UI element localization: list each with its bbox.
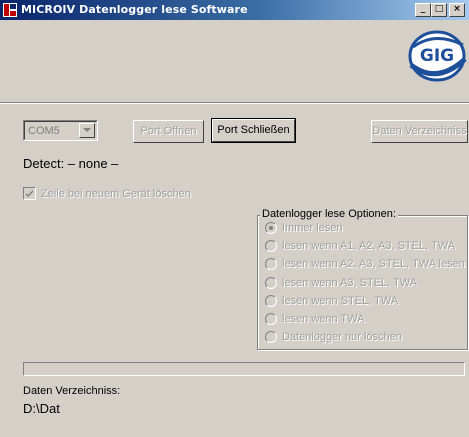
maximize-button[interactable]: □ — [431, 3, 447, 17]
window-title: MICROIV Datenlogger lese Software — [21, 3, 248, 16]
read-options-title: Datenlogger lese Optionen: — [260, 208, 398, 220]
chevron-down-icon — [83, 128, 91, 132]
read-option-radio[interactable]: lesen wenn A3, STEL, TWA — [265, 276, 418, 289]
data-directory-path: D:\Dat — [23, 401, 60, 416]
port-open-button[interactable]: Port Öffnen — [133, 120, 204, 143]
progress-bar — [23, 362, 465, 376]
port-select-value: COM5 — [28, 125, 60, 137]
radio-icon[interactable] — [265, 331, 277, 344]
minimize-icon: _ — [420, 4, 426, 14]
app-icon — [3, 3, 17, 17]
read-option-label: lesen wenn A2, A3, STEL, TWA lesen — [282, 258, 465, 271]
data-directory-label: Daten Verzeichniss: — [23, 385, 121, 397]
data-directory-button[interactable]: Daten Verzeichniss — [371, 120, 468, 143]
dropdown-arrow-button[interactable] — [79, 123, 95, 138]
maximize-icon: □ — [434, 4, 444, 14]
clear-row-checkbox[interactable]: Zeile bei neuem Gerät löschen — [23, 187, 191, 200]
gig-logo: GIG — [408, 30, 467, 82]
read-option-label: lesen wenn A1, A2, A3, STEL, TWA — [282, 240, 456, 253]
radio-icon[interactable] — [265, 222, 277, 234]
radio-icon[interactable] — [265, 313, 277, 325]
header-area: GIG — [0, 20, 469, 96]
close-icon: × — [453, 4, 461, 14]
read-option-radio[interactable]: lesen wenn A2, A3, STEL, TWA lesen — [265, 258, 465, 271]
read-option-radio[interactable]: lesen wenn STEL, TWA — [265, 294, 399, 307]
radio-icon[interactable] — [265, 294, 277, 307]
read-option-radio[interactable]: lesen wenn A1, A2, A3, STEL, TWA — [265, 240, 456, 253]
svg-text:GIG: GIG — [420, 46, 454, 66]
read-option-label: lesen wenn A3, STEL, TWA — [282, 276, 418, 289]
port-select[interactable]: COM5 — [23, 120, 98, 141]
close-button[interactable]: × — [449, 3, 465, 17]
title-bar[interactable]: MICROIV Datenlogger lese Software _ □ × — [0, 0, 469, 20]
checkmark-icon — [26, 190, 33, 197]
read-option-radio[interactable]: Datenlogger nur löschen — [265, 331, 402, 344]
read-option-label: Datenlogger nur löschen — [282, 331, 402, 344]
checkbox-label: Zeile bei neuem Gerät löschen — [41, 187, 191, 200]
radio-icon[interactable] — [265, 258, 277, 271]
read-option-label: lesen wenn TWA — [282, 313, 365, 325]
radio-icon[interactable] — [265, 276, 277, 289]
read-option-radio[interactable]: Immer lesen — [265, 222, 343, 234]
read-option-label: Immer lesen — [282, 222, 343, 234]
read-option-label: lesen wenn STEL, TWA — [282, 294, 399, 307]
radio-icon[interactable] — [265, 240, 277, 253]
port-close-button[interactable]: Port Schließen — [211, 118, 296, 143]
header-separator — [0, 102, 469, 104]
checkbox-box[interactable] — [23, 187, 36, 200]
minimize-button[interactable]: _ — [415, 3, 431, 17]
detect-status: Detect: – none – — [23, 156, 119, 171]
read-option-radio[interactable]: lesen wenn TWA — [265, 313, 365, 325]
